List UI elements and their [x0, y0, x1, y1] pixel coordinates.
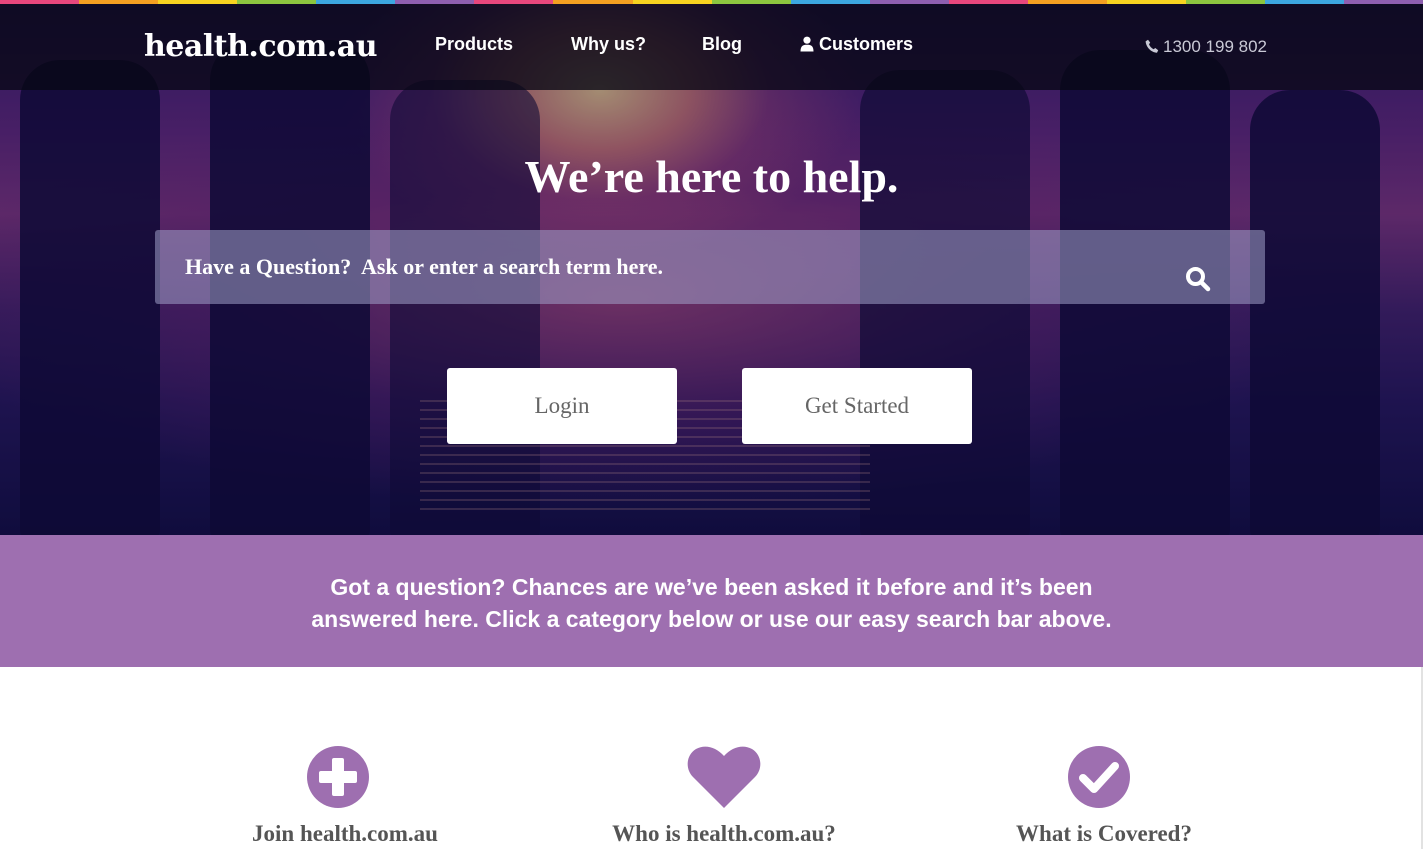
nav-item-blog[interactable]: Blog [702, 34, 742, 55]
category-join[interactable]: Join health.com.au [195, 745, 495, 847]
info-band-text: Got a question? Chances are we’ve been a… [0, 571, 1423, 635]
info-band-line-2: answered here. Click a category below or… [311, 606, 1112, 632]
rainbow-segment [790, 0, 870, 4]
category-covered[interactable]: What is Covered? [954, 745, 1254, 847]
search-icon[interactable] [1185, 266, 1215, 296]
site-logo[interactable]: health.com.au [144, 29, 378, 64]
rainbow-segment [158, 0, 238, 4]
phone-number[interactable]: 1300 199 802 [1145, 37, 1267, 59]
heart-icon [574, 745, 874, 809]
rainbow-segment [1185, 0, 1265, 4]
rainbow-segment [1027, 0, 1107, 4]
rainbow-segment [948, 0, 1028, 4]
login-button[interactable]: Login [447, 368, 677, 444]
hero-headline: We’re here to help. [524, 151, 899, 202]
nav-item-why-us[interactable]: Why us? [571, 34, 646, 55]
rainbow-segment [474, 0, 554, 4]
rainbow-segment [553, 0, 633, 4]
rainbow-segment [79, 0, 159, 4]
rainbow-segment [1106, 0, 1186, 4]
user-icon [800, 36, 814, 57]
rainbow-segment [869, 0, 949, 4]
top-navigation-bar: health.com.au Products Why us? Blog Cust… [0, 4, 1423, 90]
rainbow-segment [632, 0, 712, 4]
nav-item-customers-label: Customers [819, 34, 914, 54]
get-started-button[interactable]: Get Started [742, 368, 972, 444]
rainbow-segment [316, 0, 396, 4]
phone-number-text: 1300 199 802 [1163, 37, 1267, 56]
phone-icon [1145, 39, 1159, 59]
category-covered-title: What is Covered? [1016, 821, 1192, 846]
rainbow-segment [395, 0, 475, 4]
rainbow-segment [1265, 0, 1345, 4]
nav-item-customers[interactable]: Customers [800, 34, 913, 57]
search-bar [155, 230, 1265, 304]
plus-circle-icon [195, 745, 495, 809]
rainbow-segment [0, 0, 80, 4]
category-join-title: Join health.com.au [252, 821, 438, 846]
info-band: Got a question? Chances are we’ve been a… [0, 535, 1423, 667]
rainbow-segment [237, 0, 317, 4]
rainbow-segment [711, 0, 791, 4]
info-band-line-1: Got a question? Chances are we’ve been a… [330, 574, 1093, 600]
category-who[interactable]: Who is health.com.au? [574, 745, 874, 847]
rainbow-segment [1344, 0, 1423, 4]
check-circle-icon [954, 745, 1254, 809]
search-input[interactable] [155, 230, 1175, 304]
category-who-title: Who is health.com.au? [612, 821, 836, 846]
rainbow-strip [0, 0, 1423, 4]
nav-item-products[interactable]: Products [435, 34, 513, 55]
